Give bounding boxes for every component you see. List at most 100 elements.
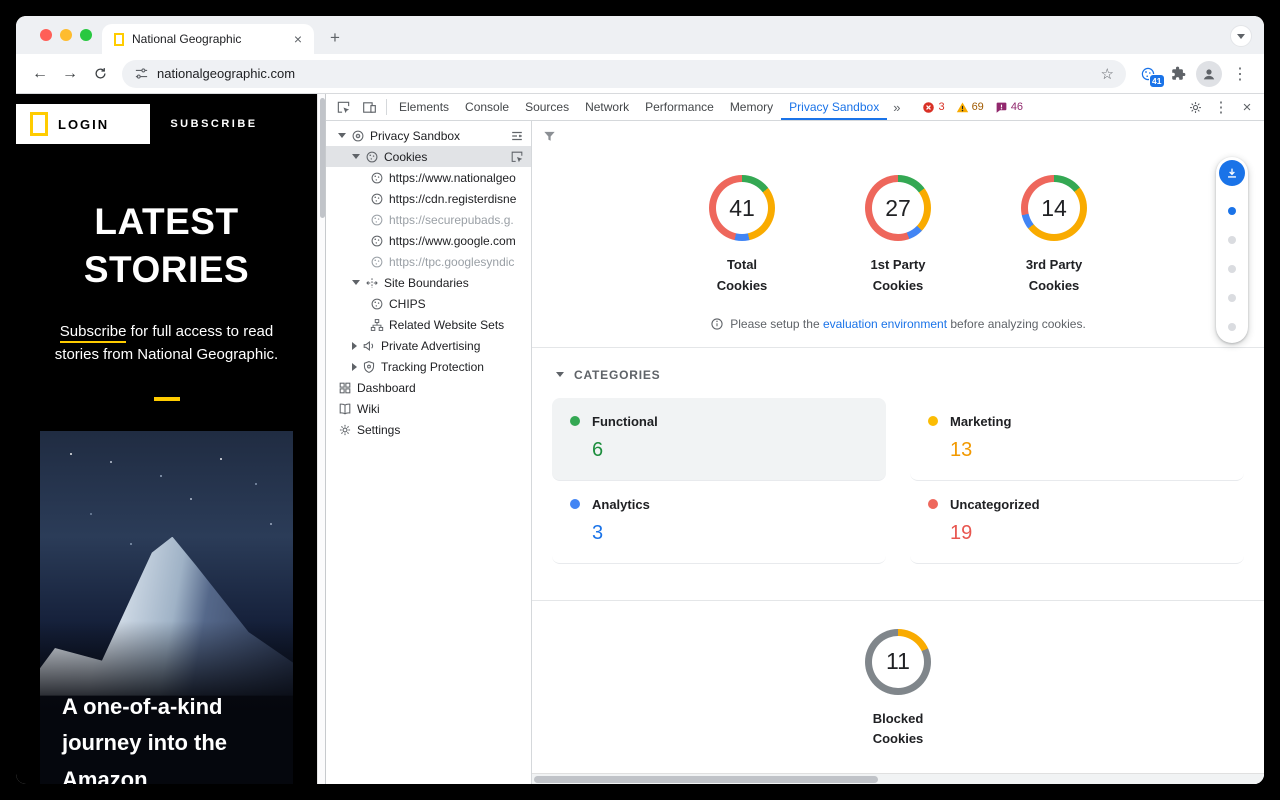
filter-icon[interactable] bbox=[542, 129, 557, 144]
devtools-settings-button[interactable] bbox=[1182, 100, 1208, 115]
browser-menu-button[interactable]: ⋮ bbox=[1226, 60, 1254, 88]
category-functional[interactable]: Functional 6 bbox=[552, 398, 886, 481]
warnings-badge[interactable]: 69 bbox=[956, 101, 984, 114]
back-button[interactable]: ← bbox=[26, 60, 54, 88]
section-nav-dot[interactable] bbox=[1228, 207, 1236, 215]
tab-elements[interactable]: Elements bbox=[391, 94, 457, 120]
caret-down-icon bbox=[352, 154, 360, 159]
category-analytics[interactable]: Analytics 3 bbox=[552, 481, 886, 564]
inspect-element-button[interactable] bbox=[330, 94, 356, 120]
inspect-icon[interactable] bbox=[510, 150, 524, 164]
bookmark-star-icon[interactable]: ☆ bbox=[1101, 65, 1114, 83]
sitemap-icon bbox=[370, 318, 384, 332]
zoom-window-button[interactable] bbox=[80, 29, 92, 41]
device-toolbar-button[interactable] bbox=[356, 94, 382, 120]
category-uncategorized[interactable]: Uncategorized 19 bbox=[910, 481, 1244, 564]
story-photo[interactable]: A one-of-a-kind journey into the Amazon bbox=[40, 431, 293, 784]
advertising-icon bbox=[362, 339, 376, 353]
tree-item-tracking-protection[interactable]: Tracking Protection bbox=[326, 356, 531, 377]
reload-button[interactable] bbox=[86, 60, 114, 88]
evaluation-environment-link[interactable]: evaluation environment bbox=[823, 317, 947, 331]
total-cookies-donut: 41 bbox=[709, 175, 775, 241]
minimize-window-button[interactable] bbox=[60, 29, 72, 41]
tab-console[interactable]: Console bbox=[457, 94, 517, 120]
donut-charts: 41 Total Cookies 27 1st Party Cookies 14… bbox=[532, 175, 1264, 297]
subscribe-button[interactable]: SUBSCRIBE bbox=[150, 104, 278, 144]
site-headline: LATEST STORIES bbox=[57, 198, 277, 294]
site-viewport: LOGIN SUBSCRIBE LATEST STORIES Subscribe… bbox=[16, 94, 317, 784]
close-window-button[interactable] bbox=[40, 29, 52, 41]
page-scrollbar[interactable] bbox=[317, 94, 325, 784]
tree-item-settings[interactable]: Settings bbox=[326, 419, 531, 440]
first-party-cookies-donut: 27 bbox=[865, 175, 931, 241]
tree-item-url[interactable]: https://tpc.googlesyndic bbox=[326, 251, 531, 272]
caret-right-icon bbox=[352, 363, 357, 371]
tab-overview-button[interactable] bbox=[1230, 25, 1252, 47]
tree-item-url[interactable]: https://cdn.registerdisne bbox=[326, 188, 531, 209]
tab-performance[interactable]: Performance bbox=[637, 94, 722, 120]
tab-sources[interactable]: Sources bbox=[517, 94, 577, 120]
chevron-down-icon bbox=[556, 372, 564, 377]
tree-item-related-website-sets[interactable]: Related Website Sets bbox=[326, 314, 531, 335]
scrollbar-thumb[interactable] bbox=[320, 98, 325, 218]
blocked-cookies-donut: 11 bbox=[865, 629, 931, 695]
extension-badge: 41 bbox=[1149, 74, 1165, 88]
tree-item-cookies[interactable]: Cookies bbox=[326, 146, 531, 167]
cookie-extension-button[interactable]: 41 bbox=[1134, 60, 1162, 88]
more-tabs-button[interactable]: » bbox=[887, 94, 906, 120]
section-nav-dot[interactable] bbox=[1228, 265, 1236, 273]
download-report-button[interactable] bbox=[1219, 160, 1245, 186]
issues-badge[interactable]: 46 bbox=[995, 101, 1023, 114]
new-tab-button[interactable]: + bbox=[322, 25, 348, 51]
tree-item-dashboard[interactable]: Dashboard bbox=[326, 377, 531, 398]
marketing-dot-icon bbox=[928, 416, 938, 426]
collapse-panel-icon[interactable] bbox=[510, 129, 524, 143]
third-party-cookies-label: 3rd Party Cookies bbox=[1016, 255, 1092, 297]
subscribe-link[interactable]: Subscribe bbox=[60, 323, 127, 343]
analytics-dot-icon bbox=[570, 499, 580, 509]
categories-header[interactable]: CATEGORIES bbox=[552, 360, 1244, 398]
cookie-icon bbox=[370, 255, 384, 269]
first-party-cookies-chart: 27 1st Party Cookies bbox=[848, 175, 948, 297]
tree-item-url[interactable]: https://securepubads.g. bbox=[326, 209, 531, 230]
tab-privacy-sandbox[interactable]: Privacy Sandbox bbox=[781, 94, 887, 120]
tab-close-button[interactable]: × bbox=[290, 31, 306, 47]
tab-network[interactable]: Network bbox=[577, 94, 637, 120]
story-title[interactable]: A one-of-a-kind journey into the Amazon bbox=[62, 689, 287, 784]
tree-item-url[interactable]: https://www.google.com bbox=[326, 230, 531, 251]
devtools-menu-button[interactable]: ⋮ bbox=[1208, 98, 1234, 116]
tree-item-chips[interactable]: CHIPS bbox=[326, 293, 531, 314]
url-bar[interactable]: nationalgeographic.com ☆ bbox=[122, 60, 1126, 88]
tree-item-url[interactable]: https://www.nationalgeo bbox=[326, 167, 531, 188]
login-button[interactable]: LOGIN bbox=[58, 117, 109, 132]
cookie-icon bbox=[370, 297, 384, 311]
browser-tab[interactable]: National Geographic × bbox=[102, 24, 314, 54]
natgeo-logo[interactable] bbox=[30, 112, 48, 136]
site-settings-icon[interactable] bbox=[134, 66, 149, 81]
forward-button[interactable]: → bbox=[56, 60, 84, 88]
cookies-summary: 41 Total Cookies 27 1st Party Cookies 14… bbox=[532, 121, 1264, 348]
extensions-button[interactable] bbox=[1164, 60, 1192, 88]
functional-dot-icon bbox=[570, 416, 580, 426]
issue-icon bbox=[995, 101, 1008, 114]
first-party-cookies-label: 1st Party Cookies bbox=[860, 255, 936, 297]
category-marketing[interactable]: Marketing 13 bbox=[910, 398, 1244, 481]
tab-memory[interactable]: Memory bbox=[722, 94, 781, 120]
section-nav-dot[interactable] bbox=[1228, 236, 1236, 244]
divider-dash bbox=[154, 397, 180, 401]
total-cookies-chart: 41 Total Cookies bbox=[692, 175, 792, 297]
tree-item-wiki[interactable]: Wiki bbox=[326, 398, 531, 419]
cookies-report-panel: 41 Total Cookies 27 1st Party Cookies 14… bbox=[532, 121, 1264, 784]
devtools-close-button[interactable]: × bbox=[1234, 99, 1260, 116]
puzzle-icon bbox=[1171, 66, 1186, 81]
section-nav-dot[interactable] bbox=[1228, 294, 1236, 302]
tree-item-private-advertising[interactable]: Private Advertising bbox=[326, 335, 531, 356]
scrollbar-thumb[interactable] bbox=[534, 776, 878, 783]
tree-item-site-boundaries[interactable]: Site Boundaries bbox=[326, 272, 531, 293]
tree-item-privacy-sandbox[interactable]: Privacy Sandbox bbox=[326, 125, 531, 146]
cookie-icon bbox=[370, 192, 384, 206]
horizontal-scrollbar[interactable] bbox=[532, 773, 1264, 784]
errors-badge[interactable]: 3 bbox=[922, 101, 944, 114]
profile-avatar[interactable] bbox=[1196, 61, 1222, 87]
section-nav-dot[interactable] bbox=[1228, 323, 1236, 331]
